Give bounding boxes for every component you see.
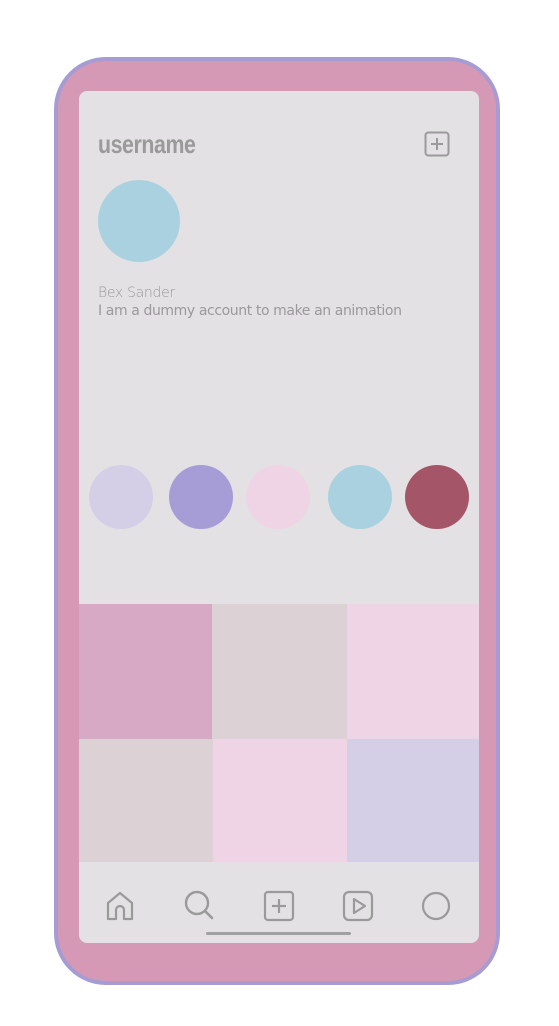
home-indicator <box>206 932 351 935</box>
username-heading: username <box>98 129 196 159</box>
story-highlight[interactable] <box>169 465 233 529</box>
add-icon[interactable] <box>262 889 296 923</box>
post-thumbnail[interactable] <box>213 739 347 862</box>
display-name: Bex Sander <box>98 285 175 301</box>
story-highlight[interactable] <box>89 465 153 529</box>
home-icon[interactable] <box>103 889 137 923</box>
story-highlight[interactable] <box>328 465 392 529</box>
search-icon[interactable] <box>182 889 216 923</box>
avatar[interactable] <box>98 180 180 262</box>
post-thumbnail[interactable] <box>79 739 213 862</box>
reels-icon[interactable] <box>341 889 375 923</box>
profile-screen: username Bex Sander I am a dummy account… <box>79 91 479 943</box>
post-grid <box>79 604 479 862</box>
post-thumbnail[interactable] <box>347 604 479 739</box>
story-highlight[interactable] <box>246 465 310 529</box>
post-thumbnail[interactable] <box>79 604 212 739</box>
bio-text: I am a dummy account to make an animatio… <box>98 303 402 319</box>
post-thumbnail[interactable] <box>212 604 347 739</box>
profile-icon[interactable] <box>419 889 453 923</box>
post-thumbnail[interactable] <box>347 739 479 862</box>
plus-square-icon[interactable] <box>424 131 450 157</box>
bottom-nav <box>79 862 479 943</box>
story-highlight[interactable] <box>405 465 469 529</box>
